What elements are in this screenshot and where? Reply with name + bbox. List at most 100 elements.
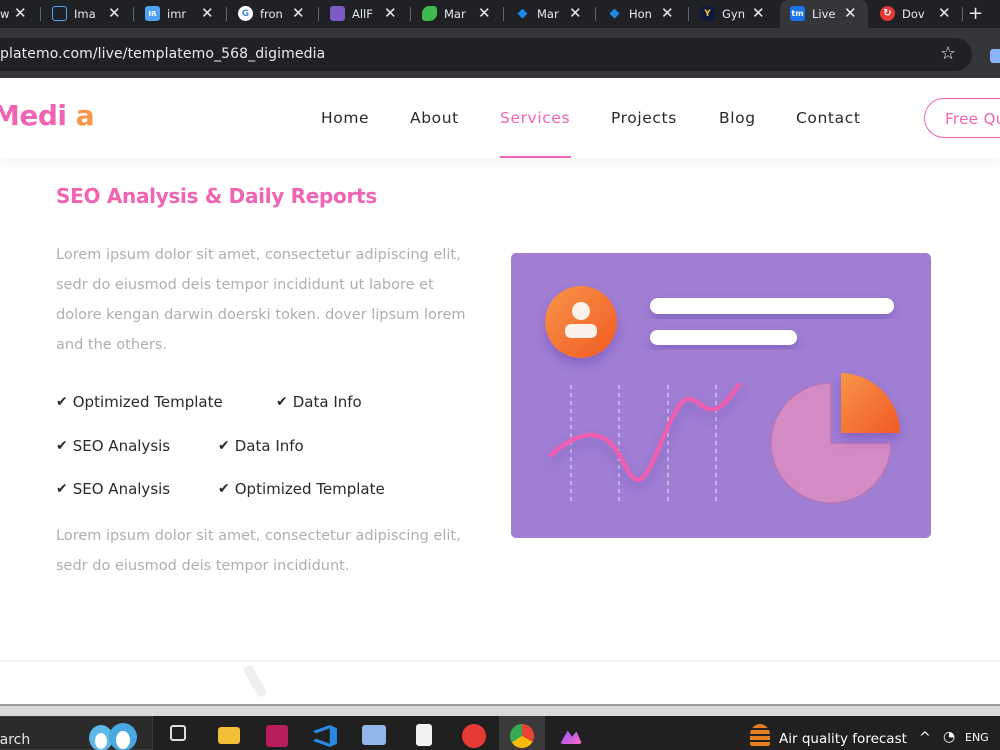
leaf-icon: [422, 6, 437, 21]
wps-icon[interactable]: [462, 724, 486, 748]
chrome-icon[interactable]: [510, 724, 534, 748]
tab-title: Mar: [537, 7, 559, 21]
logo-text: Medi: [0, 99, 67, 132]
section-title: SEO Analysis & Daily Reports: [56, 184, 377, 208]
new-tab-button[interactable]: +: [968, 3, 983, 24]
weather-widget-text[interactable]: Air quality forecast: [779, 731, 907, 747]
browser-tab[interactable]: ◆ Mar ✕: [505, 0, 595, 28]
analytics-illustration: [511, 253, 931, 538]
tab-title: Mar: [444, 7, 466, 21]
network-icon[interactable]: [362, 725, 386, 745]
browser-tab-active[interactable]: tm Live ✕: [780, 0, 868, 28]
browser-tab[interactable]: ↻ Dov ✕: [870, 0, 962, 28]
search-text: earch: [0, 732, 31, 748]
close-icon[interactable]: ✕: [384, 5, 397, 21]
winrar-icon[interactable]: [266, 725, 288, 747]
paragraph-line: Lorem ipsum dolor sit amet, consectetur …: [56, 528, 461, 544]
browser-toolbar: platemo.com/live/templatemo_568_digimedi…: [0, 28, 1000, 78]
check-icon: ✔: [56, 481, 68, 497]
check-icon: ✔: [276, 394, 288, 410]
logo-accent: a: [75, 99, 95, 132]
imr-icon: IR: [145, 6, 160, 21]
address-bar[interactable]: platemo.com/live/templatemo_568_digimedi…: [0, 38, 972, 71]
paragraph-line: sedr do eiusmod deis tempor incididunt.: [56, 558, 350, 574]
decoration-shape: [242, 663, 268, 699]
feature-label: Data Info: [234, 437, 304, 455]
close-icon[interactable]: ✕: [844, 5, 857, 21]
site-logo[interactable]: Medi a: [0, 99, 95, 132]
nav-about[interactable]: About: [410, 109, 459, 127]
feature-label: Optimized Template: [234, 480, 385, 498]
paragraph-line: Lorem ipsum dolor sit amet, consectetur …: [56, 247, 461, 263]
language-indicator[interactable]: ENG: [965, 731, 989, 744]
browser-tab[interactable]: AllF ✕: [320, 0, 410, 28]
paragraph-line: and the others.: [56, 337, 168, 353]
browser-tab-strip: w ✕ Ima ✕ IR imr ✕ G fron ✕ AllF ✕ Mar ✕…: [0, 0, 1000, 28]
closing-paragraph: Lorem ipsum dolor sit amet, consectetur …: [56, 521, 486, 581]
paragraph-line: sedr do eiusmod deis tempor incididunt u…: [56, 277, 434, 293]
check-icon: ✔: [218, 481, 230, 497]
gym-icon: Y: [700, 6, 715, 21]
weather-icon[interactable]: [750, 724, 770, 746]
browser-tab[interactable]: Mar ✕: [412, 0, 503, 28]
close-icon[interactable]: ✕: [292, 5, 305, 21]
diamond-icon: ◆: [517, 6, 528, 21]
diamond-icon: ◆: [609, 6, 620, 21]
active-nav-indicator: [500, 156, 571, 158]
close-icon[interactable]: ✕: [569, 5, 582, 21]
browser-tab[interactable]: Ima ✕: [42, 0, 133, 28]
notepad-icon[interactable]: [416, 724, 432, 746]
feature-label: SEO Analysis: [72, 437, 171, 455]
check-icon: ✔: [56, 394, 68, 410]
browser-tab[interactable]: IR imr ✕: [135, 0, 226, 28]
bookmark-star-icon[interactable]: ☆: [940, 43, 956, 64]
nav-home[interactable]: Home: [321, 109, 369, 127]
pie-slice: [841, 373, 900, 433]
task-view-icon[interactable]: [170, 725, 186, 741]
photos-icon[interactable]: [560, 730, 582, 744]
vscode-icon[interactable]: [313, 725, 337, 747]
penguins-icon: [89, 723, 137, 750]
wifi-icon[interactable]: ◔: [943, 729, 955, 745]
feature-item: ✔ Optimized Template: [218, 480, 385, 498]
close-icon[interactable]: ✕: [14, 5, 27, 21]
feature-item: ✔ Optimized Template: [56, 393, 223, 411]
check-icon: ✔: [56, 438, 68, 454]
feature-item: ✔ SEO Analysis: [56, 437, 170, 455]
taskbar-search[interactable]: earch: [0, 716, 153, 750]
nav-blog[interactable]: Blog: [719, 109, 756, 127]
dashboard-graphic: [545, 286, 900, 504]
close-icon[interactable]: ✕: [478, 5, 491, 21]
free-quote-button[interactable]: Free Qu: [924, 98, 1000, 138]
browser-tab[interactable]: G fron ✕: [228, 0, 318, 28]
url-text[interactable]: platemo.com/live/templatemo_568_digimedi…: [0, 46, 325, 62]
browser-tab[interactable]: w ✕: [0, 0, 38, 28]
templatemo-icon: tm: [790, 6, 805, 21]
chevron-up-icon[interactable]: ^: [919, 730, 931, 746]
tab-title: fron: [260, 7, 283, 21]
image-icon: [52, 6, 67, 21]
paragraph-line: dolore kengan darwin doerski token. dove…: [56, 307, 466, 323]
feature-label: SEO Analysis: [72, 480, 171, 498]
tab-title: AllF: [352, 7, 373, 21]
file-explorer-icon[interactable]: [218, 727, 240, 744]
extension-icon[interactable]: [990, 49, 1000, 63]
browser-tab[interactable]: Y Gyn ✕: [690, 0, 780, 28]
feature-label: Data Info: [292, 393, 362, 411]
text-bar: [650, 330, 797, 345]
tab-title: Gyn: [722, 7, 746, 21]
close-icon[interactable]: ✕: [938, 5, 951, 21]
browser-tab[interactable]: ◆ Hon ✕: [597, 0, 688, 28]
wave-line: [548, 382, 742, 482]
nav-contact[interactable]: Contact: [796, 109, 861, 127]
user-avatar-icon: [545, 286, 617, 358]
feature-item: ✔ Data Info: [218, 437, 304, 455]
close-icon[interactable]: ✕: [752, 5, 765, 21]
nav-services[interactable]: Services: [500, 109, 570, 127]
close-icon[interactable]: ✕: [201, 5, 214, 21]
close-icon[interactable]: ✕: [661, 5, 674, 21]
allfree-icon: [330, 6, 345, 21]
feature-item: ✔ SEO Analysis: [56, 480, 170, 498]
nav-projects[interactable]: Projects: [611, 109, 677, 127]
close-icon[interactable]: ✕: [108, 5, 121, 21]
